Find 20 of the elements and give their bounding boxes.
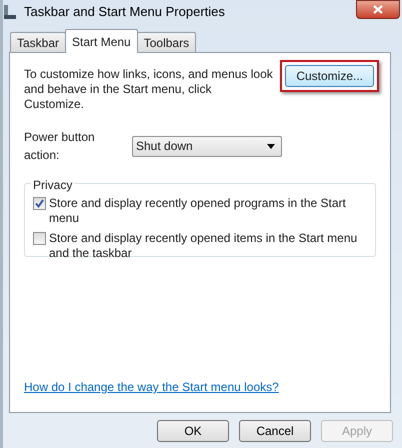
- checkbox-label: Store and display recently opened programs in the Start menu: [49, 196, 347, 226]
- dropdown-arrow-icon: [267, 144, 275, 148]
- close-icon: [373, 5, 383, 14]
- tab[interactable]: Taskbar: [10, 32, 66, 52]
- dialog-button[interactable]: Cancel: [239, 420, 311, 442]
- checkbox-label: Store and display recently opened items in the Start menu and the taskbar: [49, 231, 358, 261]
- power-button-label: Power button action:: [24, 129, 96, 164]
- intro-text: To customize how links, icons, and menus look and behave in the Start menu, click Customize.: [24, 66, 274, 112]
- dialog-button[interactable]: OK: [157, 420, 229, 442]
- customize-button[interactable]: Customize...: [285, 65, 374, 87]
- dropdown-value: Shut down: [136, 138, 193, 155]
- power-dropdown[interactable]: Shut down: [132, 136, 282, 156]
- checkbox[interactable]: [33, 232, 46, 245]
- checkbox[interactable]: [33, 197, 46, 210]
- tab[interactable]: Start Menu: [65, 29, 138, 53]
- window-title: Taskbar and Start Menu Properties: [24, 3, 225, 22]
- close-button[interactable]: [356, 0, 400, 19]
- help-link[interactable]: How do I change the way the Start menu looks?: [24, 378, 376, 396]
- window-icon: [3, 4, 17, 20]
- tab[interactable]: Toolbars: [136, 32, 196, 52]
